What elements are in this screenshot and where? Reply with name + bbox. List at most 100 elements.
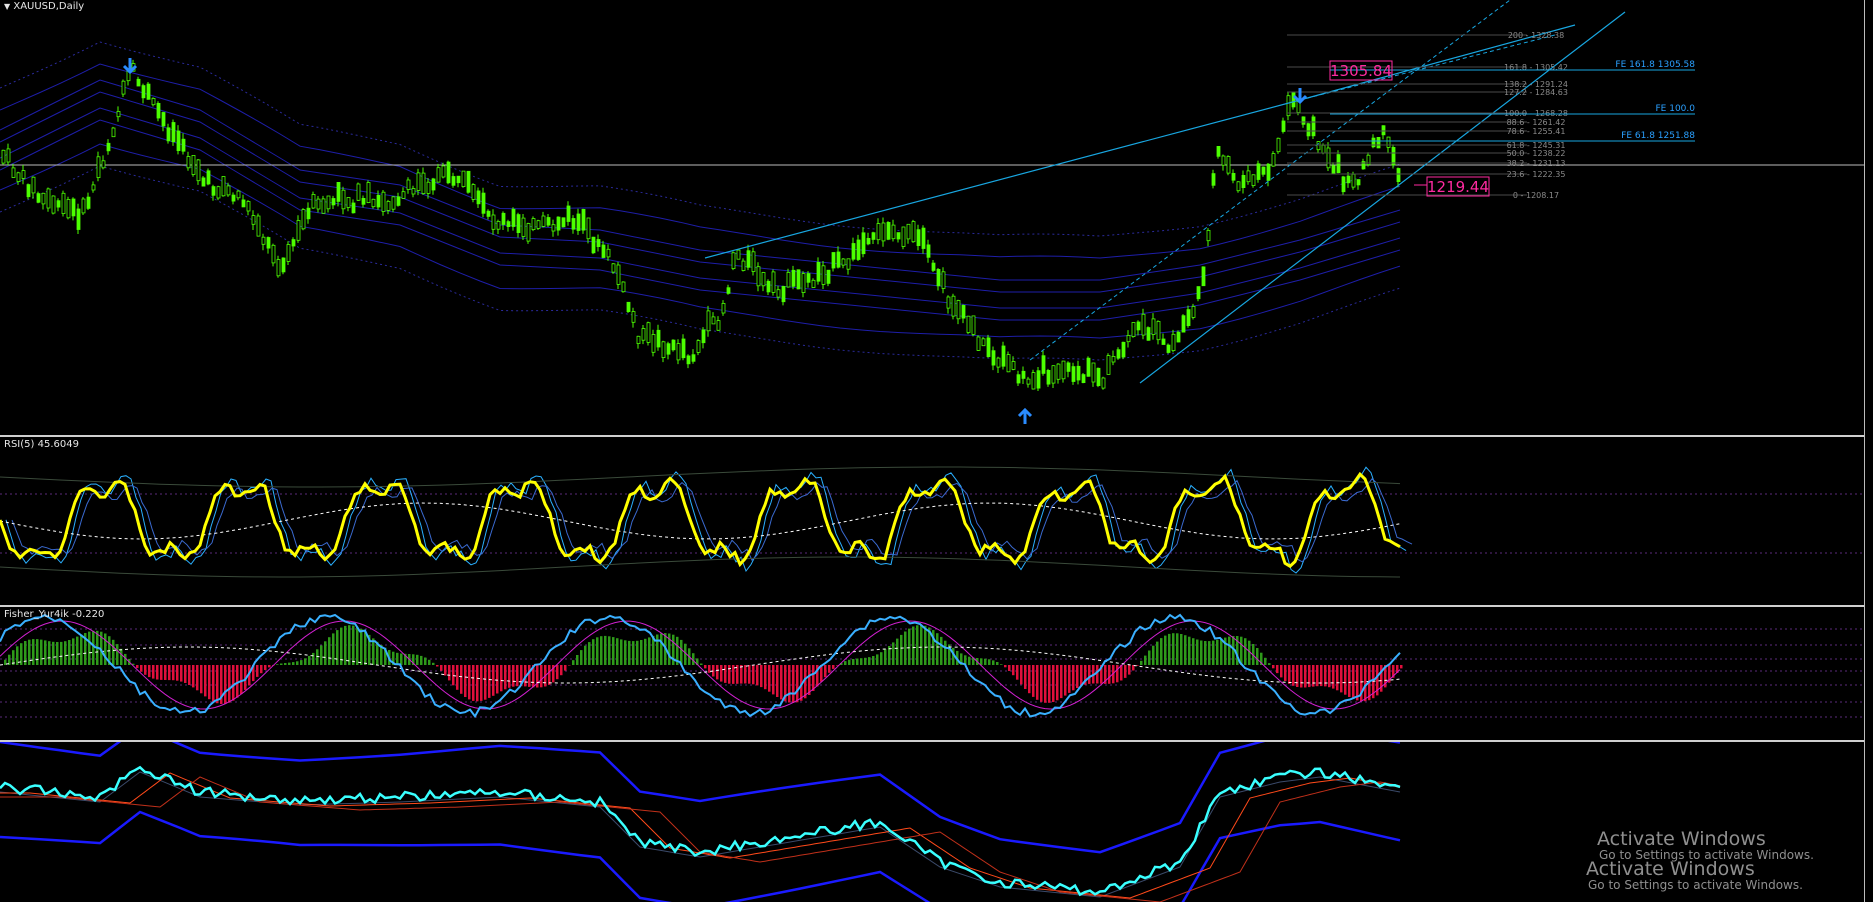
candle-body [31, 176, 36, 194]
candle-body [591, 236, 596, 254]
candle-body [116, 111, 121, 118]
candle-body [906, 223, 911, 240]
fisher-histogram-bar [1060, 665, 1063, 699]
candle-body [1326, 147, 1331, 169]
fisher-histogram-bar [308, 655, 311, 665]
fisher-histogram-bar [872, 656, 875, 665]
fisher-histogram-bar [268, 665, 271, 668]
fisher-histogram-bar [1228, 636, 1231, 665]
fisher-histogram-bar [1184, 635, 1187, 665]
fisher-histogram-bar [1200, 640, 1203, 665]
fisher-histogram-bar [580, 650, 583, 665]
fisher-histogram-bar [208, 665, 211, 700]
candle-body [391, 196, 396, 210]
fisher-histogram-bar [1116, 665, 1119, 683]
fisher-histogram-bar [1340, 665, 1343, 693]
candle-body [1396, 168, 1401, 183]
fisher-histogram-bar [700, 663, 703, 665]
fisher-histogram-bar [292, 662, 295, 665]
fisher-histogram-bar [56, 642, 59, 665]
fisher-histogram-bar [1176, 633, 1179, 665]
candle-body [1161, 338, 1166, 345]
fisher-histogram-bar [1032, 665, 1035, 697]
candle-body [576, 213, 581, 231]
candle-body [1381, 125, 1386, 136]
candle-body [1016, 374, 1021, 384]
candle-body [1001, 345, 1006, 367]
candle-body [616, 264, 621, 285]
candle-body [796, 269, 801, 290]
fisher-histogram-bar [432, 662, 435, 665]
fisher-histogram-bar [484, 665, 487, 700]
collapse-triangle-icon[interactable]: ▼ [4, 2, 10, 11]
candle-body [876, 223, 881, 241]
fisher-histogram-bar [468, 665, 471, 700]
main-chart-pane[interactable]: 200 - 1328.38 161.8 - 1305.42 138.2 - 1291… [0, 0, 1864, 435]
fisher-histogram-bar [1284, 665, 1287, 682]
candle-body [896, 232, 901, 240]
fisher-histogram-bar [744, 665, 747, 684]
rsi-pane[interactable]: RSI(5) 45.6049 [0, 437, 1864, 605]
candle-body [536, 220, 541, 229]
fisher-histogram-bar [496, 665, 499, 694]
fisher-histogram-bar [704, 665, 707, 669]
candle-body [1166, 344, 1171, 353]
candle-body [66, 198, 71, 219]
fisher-histogram-bar [260, 665, 263, 674]
fisher-histogram-bar [720, 665, 723, 682]
fib-level-label: 200 - 1328.38 [1508, 31, 1564, 40]
bands-pane[interactable] [0, 742, 1864, 902]
candle-body [1181, 315, 1186, 333]
fisher-histogram-bar [188, 665, 191, 685]
candle-body [526, 223, 531, 242]
candle-body [546, 217, 551, 226]
fisher-histogram-bar [724, 665, 727, 683]
fisher-histogram-bar [916, 625, 919, 665]
fisher-histogram-bar [1072, 665, 1075, 691]
candle-body [996, 357, 1001, 368]
candle-body [681, 338, 686, 359]
candle-body [136, 78, 141, 87]
candle-body [841, 258, 846, 266]
fe-label-fe1618: FE 161.8 1305.58 [1615, 60, 1695, 70]
fisher-histogram-bar [464, 665, 467, 697]
candle-body [686, 355, 691, 365]
fisher-histogram-bar [1244, 638, 1247, 665]
candle-body [746, 250, 751, 268]
candle-body [61, 192, 66, 215]
fisher-histogram-bar [1012, 665, 1015, 676]
fisher-histogram-bar [648, 637, 651, 665]
candle-body [916, 229, 921, 246]
candle-body [531, 218, 536, 231]
fisher-histogram-bar [456, 665, 459, 690]
candle-body [496, 220, 501, 230]
fib-level-label: 50.0 - 1238.22 [1507, 149, 1566, 158]
candle-body [216, 186, 221, 199]
fisher-histogram-bar [312, 652, 315, 665]
envelope-band-0 [0, 41, 1401, 237]
candle-body [1031, 372, 1036, 390]
candle-body [326, 195, 331, 210]
price-scale[interactable] [1864, 0, 1873, 902]
candle-body [641, 328, 646, 341]
fisher-histogram-bar [868, 657, 871, 665]
fisher-histogram-bar [588, 642, 591, 665]
fisher-histogram-bar [912, 626, 915, 665]
candle-body [361, 197, 366, 205]
fisher-histogram-bar [136, 665, 139, 669]
fisher-histogram-bar [1180, 634, 1183, 665]
fisher-pane[interactable]: Fisher_Yur4ik -0.220 [0, 607, 1864, 740]
fisher-histogram-bar [304, 658, 307, 665]
candle-body [786, 271, 791, 288]
candle-body [561, 217, 566, 228]
fisher-histogram-bar [616, 638, 619, 665]
candle-body [1301, 116, 1306, 125]
fisher-histogram-bar [1140, 660, 1143, 665]
fisher-histogram-bar [596, 637, 599, 665]
band-ma-red-fast [0, 772, 1401, 899]
fisher-histogram-bar [1172, 633, 1175, 665]
fisher-histogram-bar [1076, 665, 1079, 688]
candle-body [1156, 320, 1161, 341]
fisher-histogram-bar [332, 633, 335, 665]
candle-body [1206, 229, 1211, 242]
